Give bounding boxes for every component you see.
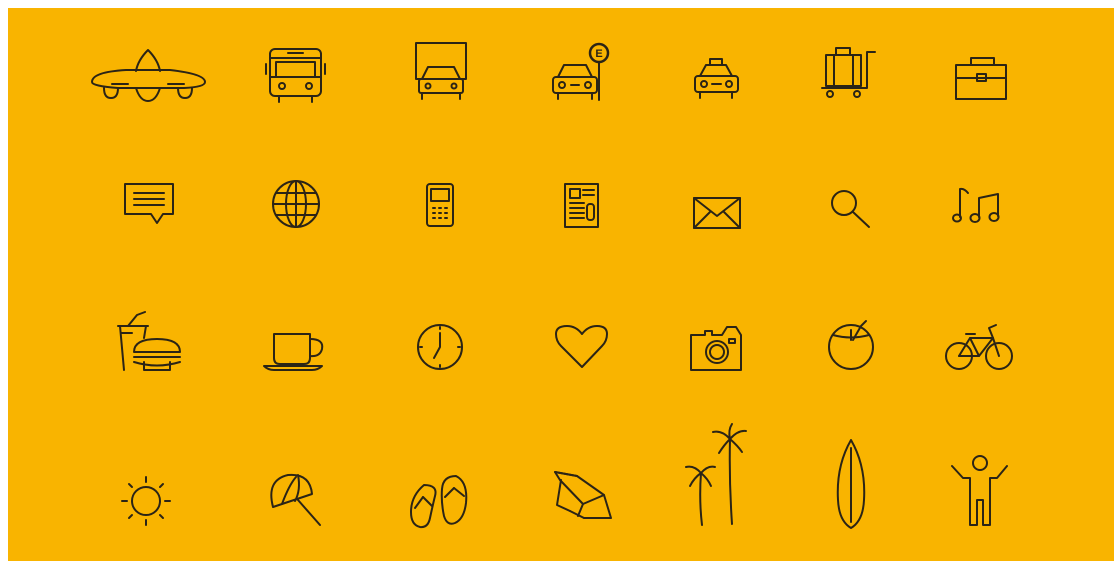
luggage-trolley-icon: [821, 47, 876, 98]
sun-icon: [121, 476, 171, 526]
palm-trees-icon: [685, 423, 747, 526]
icon-panel: E: [8, 8, 1114, 561]
car-parking-sign-icon: E: [552, 42, 610, 101]
music-notes-icon: [952, 187, 1000, 223]
magnifier-icon: [831, 190, 870, 228]
newspaper-icon: [564, 183, 599, 228]
chat-message-icon: [124, 183, 174, 224]
person-icon: [951, 455, 1008, 526]
taxi-icon: [694, 58, 739, 99]
heart-icon: [555, 325, 608, 368]
briefcase-icon: [955, 57, 1007, 100]
envelope-icon: [693, 197, 741, 229]
mobile-phone-icon: [426, 183, 454, 227]
icon-grid: E: [91, 42, 1013, 529]
truck-icon: [415, 42, 467, 100]
coconut-drink-icon: [828, 320, 874, 370]
flip-flops-icon: [410, 475, 468, 529]
globe-icon: [272, 180, 320, 228]
camera-icon: [690, 326, 742, 371]
beach-umbrella-icon: [270, 473, 321, 526]
deck-chair-icon: [554, 471, 612, 519]
bicycle-icon: [945, 324, 1013, 370]
surfboard-icon: [836, 439, 866, 529]
airplane-icon: [91, 49, 206, 102]
clock-icon: [417, 324, 463, 370]
parking-sign-letter: E: [595, 48, 602, 60]
bus-icon: [265, 48, 326, 103]
coffee-cup-icon: [263, 333, 324, 371]
fast-food-icon: [117, 311, 181, 371]
